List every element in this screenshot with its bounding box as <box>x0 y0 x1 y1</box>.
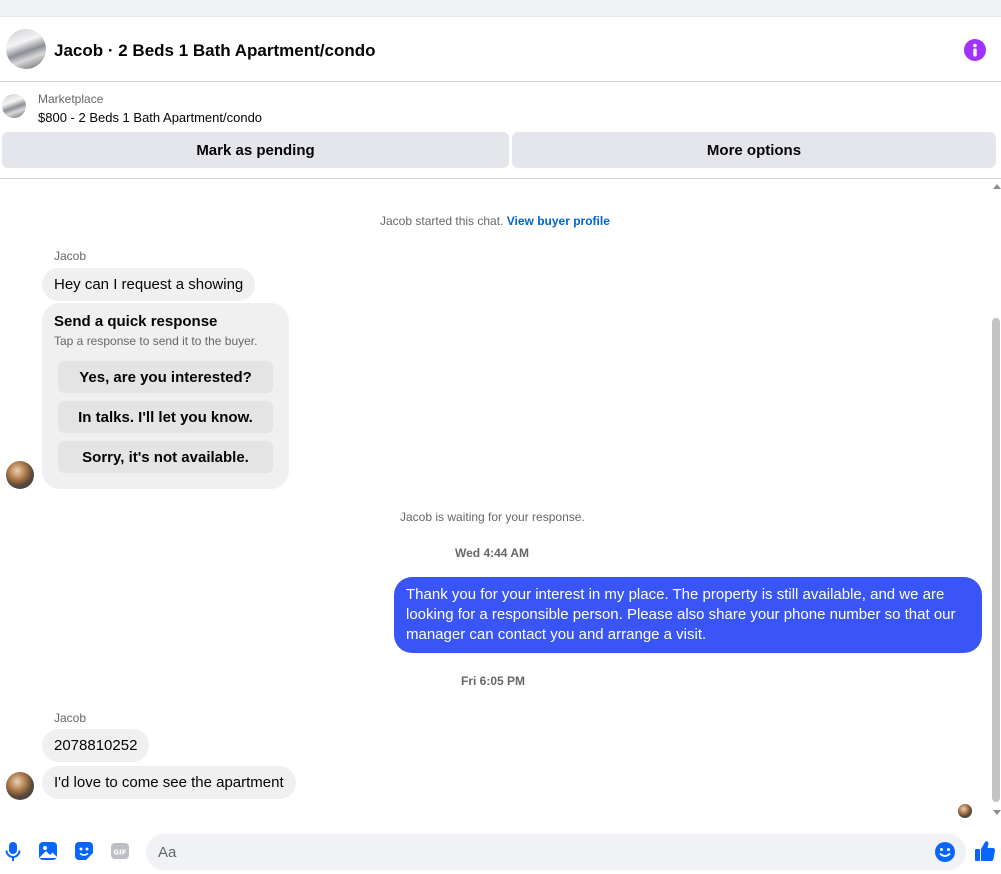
info-icon[interactable] <box>964 39 986 61</box>
listing-panel: Marketplace $800 - 2 Beds 1 Bath Apartme… <box>0 82 1001 179</box>
sender-name: Jacob <box>54 711 87 725</box>
window-top-strip <box>0 0 1001 17</box>
photo-icon[interactable] <box>37 840 59 862</box>
waiting-notice: Jacob is waiting for your response. <box>400 510 585 524</box>
svg-text:GIF: GIF <box>113 849 126 857</box>
thread-scrollbar[interactable] <box>990 180 1001 820</box>
chat-header: Jacob · 2 Beds 1 Bath Apartment/condo <box>0 17 1001 82</box>
incoming-message[interactable]: I'd love to come see the apartment <box>42 766 296 799</box>
outgoing-message[interactable]: Thank you for your interest in my place.… <box>394 577 982 653</box>
gif-icon[interactable]: GIF <box>109 840 131 862</box>
listing-thumbnail[interactable] <box>2 94 26 118</box>
view-buyer-profile-link[interactable]: View buyer profile <box>507 214 610 228</box>
quick-response-title: Send a quick response <box>54 313 218 330</box>
sender-name: Jacob <box>54 249 87 263</box>
seen-indicator-avatar <box>958 804 972 818</box>
quick-response-not-available-button[interactable]: Sorry, it's not available. <box>58 441 273 473</box>
timestamp: Wed 4:44 AM <box>455 546 530 560</box>
more-options-button[interactable]: More options <box>512 132 996 168</box>
scrollbar-thumb[interactable] <box>992 318 1000 802</box>
listing-source: Marketplace <box>38 92 104 106</box>
scroll-down-arrow-icon[interactable] <box>993 810 1001 815</box>
sender-avatar[interactable] <box>6 461 34 489</box>
quick-response-yes-button[interactable]: Yes, are you interested? <box>58 361 273 393</box>
message-composer: GIF <box>0 820 1001 874</box>
microphone-icon[interactable] <box>2 840 24 862</box>
incoming-message[interactable]: 2078810252 <box>42 729 150 762</box>
chat-title[interactable]: Jacob · 2 Beds 1 Bath Apartment/condo <box>54 41 375 61</box>
emoji-icon[interactable] <box>934 841 956 863</box>
quick-response-subtitle: Tap a response to send it to the buyer. <box>54 334 258 348</box>
message-input[interactable] <box>146 834 966 870</box>
incoming-message[interactable]: Hey can I request a showing <box>42 268 256 301</box>
quick-response-in-talks-button[interactable]: In talks. I'll let you know. <box>58 401 273 433</box>
chat-started-notice: Jacob started this chat. View buyer prof… <box>380 214 610 228</box>
listing-price-title[interactable]: $800 - 2 Beds 1 Bath Apartment/condo <box>38 110 262 125</box>
mark-as-pending-button[interactable]: Mark as pending <box>2 132 509 168</box>
listing-avatar[interactable] <box>6 29 46 69</box>
timestamp: Fri 6:05 PM <box>461 674 526 688</box>
chat-started-text: Jacob started this chat. <box>380 214 504 228</box>
sender-avatar[interactable] <box>6 772 34 800</box>
message-thread[interactable]: Jacob started this chat. View buyer prof… <box>0 180 990 820</box>
thumbs-up-icon[interactable] <box>973 839 997 863</box>
sticker-icon[interactable] <box>73 840 95 862</box>
scroll-up-arrow-icon[interactable] <box>993 184 1001 189</box>
quick-response-card: Send a quick response Tap a response to … <box>42 303 289 489</box>
